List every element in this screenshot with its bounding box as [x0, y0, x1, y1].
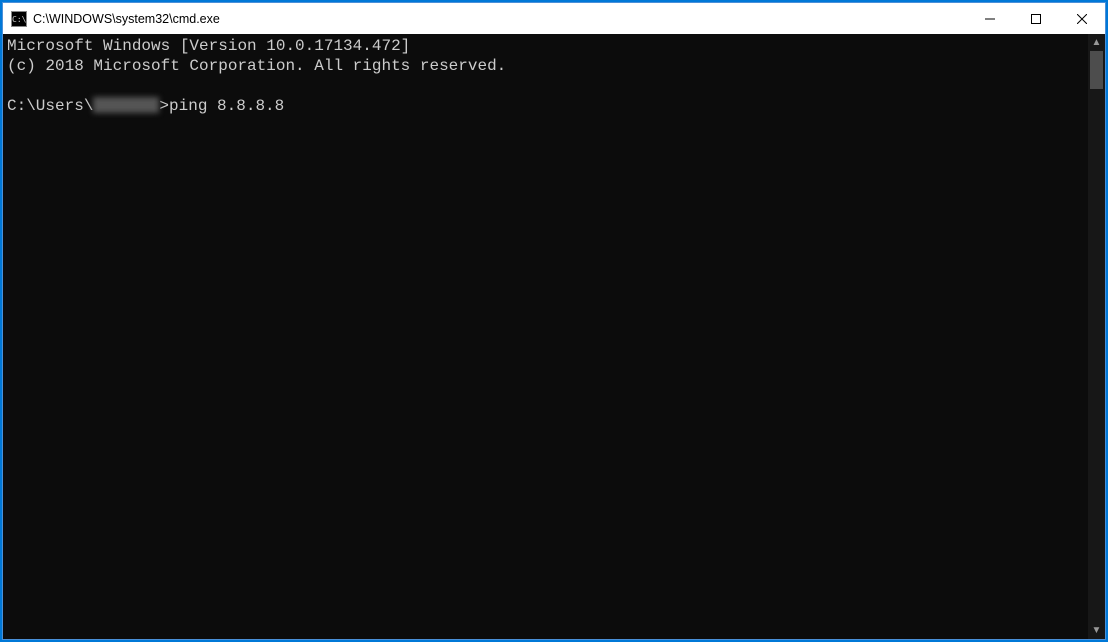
- scroll-down-arrow-icon[interactable]: ▼: [1088, 622, 1105, 639]
- scroll-up-arrow-icon[interactable]: ▲: [1088, 34, 1105, 51]
- prompt-suffix: >: [159, 97, 169, 115]
- copyright-line: (c) 2018 Microsoft Corporation. All righ…: [7, 57, 506, 75]
- close-button[interactable]: [1059, 3, 1105, 34]
- prompt-prefix: C:\Users\: [7, 97, 93, 115]
- cmd-window: C:\ C:\WINDOWS\system32\cmd.exe Microsof…: [2, 2, 1106, 640]
- username-redacted: [93, 97, 159, 113]
- terminal-output[interactable]: Microsoft Windows [Version 10.0.17134.47…: [3, 34, 1088, 639]
- window-title: C:\WINDOWS\system32\cmd.exe: [33, 12, 967, 26]
- command-text: ping 8.8.8.8: [169, 97, 284, 115]
- scroll-thumb[interactable]: [1090, 51, 1103, 89]
- terminal-area: Microsoft Windows [Version 10.0.17134.47…: [3, 34, 1105, 639]
- vertical-scrollbar[interactable]: ▲ ▼: [1088, 34, 1105, 639]
- minimize-button[interactable]: [967, 3, 1013, 34]
- titlebar[interactable]: C:\ C:\WINDOWS\system32\cmd.exe: [3, 3, 1105, 34]
- maximize-button[interactable]: [1013, 3, 1059, 34]
- window-controls: [967, 3, 1105, 34]
- scroll-track[interactable]: [1088, 51, 1105, 622]
- cmd-icon: C:\: [11, 11, 27, 27]
- version-line: Microsoft Windows [Version 10.0.17134.47…: [7, 37, 410, 55]
